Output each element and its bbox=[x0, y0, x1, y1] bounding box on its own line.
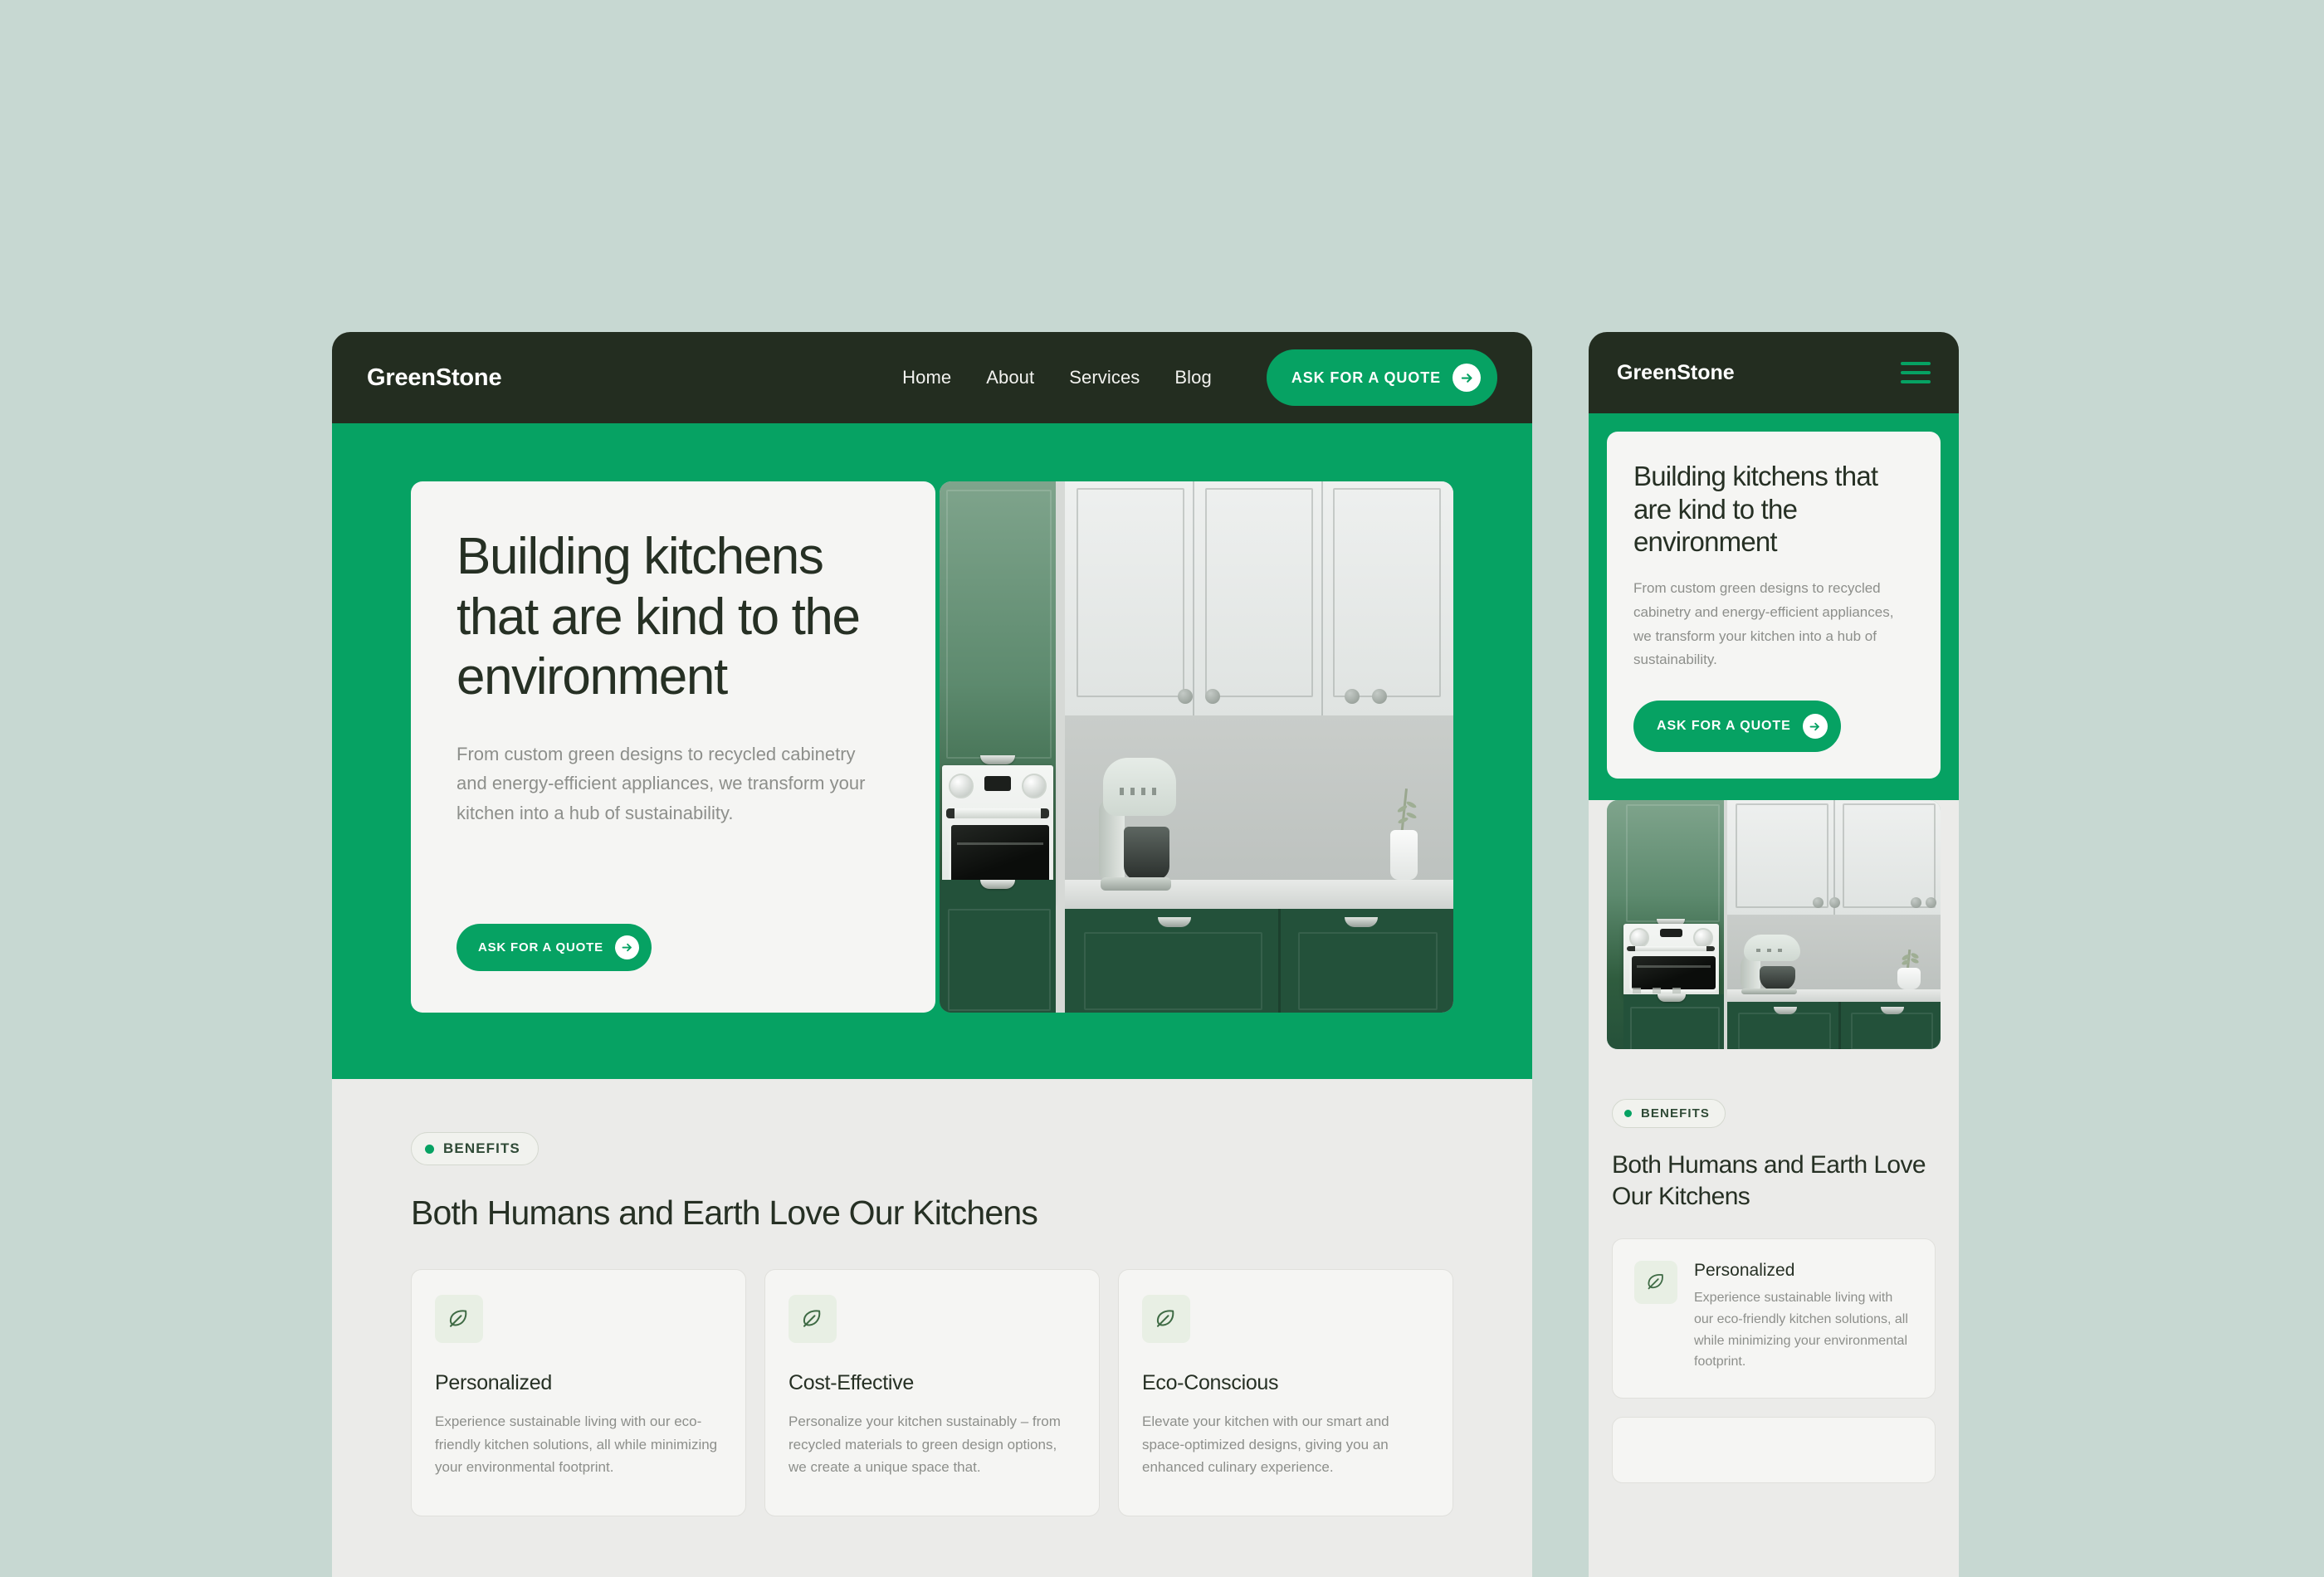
mobile-mockup: GreenStone Building kitchens that are ki… bbox=[1589, 332, 1959, 1577]
primary-navigation: Home About Services Blog ASK FOR A QUOTE bbox=[902, 349, 1497, 406]
benefits-title: Both Humans and Earth Love Our Kitchens bbox=[411, 1194, 1038, 1232]
mobile-hero-text-card: Building kitchens that are kind to the e… bbox=[1607, 432, 1941, 779]
hamburger-menu-icon[interactable] bbox=[1901, 362, 1931, 383]
mobile-hero-section: Building kitchens that are kind to the e… bbox=[1589, 413, 1959, 801]
benefit-card: Eco-Conscious Elevate your kitchen with … bbox=[1118, 1269, 1453, 1516]
arrow-right-circle-icon bbox=[1452, 364, 1481, 392]
hero-title: Building kitchens that are kind to the e… bbox=[456, 528, 861, 706]
vase-with-plant bbox=[1897, 949, 1921, 990]
stand-mixer bbox=[1098, 757, 1176, 891]
stand-mixer bbox=[1740, 935, 1801, 995]
mobile-hero-kitchen-image bbox=[1607, 800, 1941, 1050]
benefits-badge-label: BENEFITS bbox=[443, 1140, 520, 1156]
upper-cabinets bbox=[1726, 800, 1941, 915]
hero-text-card: Building kitchens that are kind to the e… bbox=[411, 481, 935, 1013]
site-logo[interactable]: GreenStone bbox=[367, 364, 502, 392]
arrow-right-circle-icon bbox=[614, 935, 639, 959]
mobile-hero-title: Building kitchens that are kind to the e… bbox=[1633, 461, 1878, 558]
desktop-benefits-section: BENEFITS Both Humans and Earth Love Our … bbox=[332, 1079, 1532, 1516]
header-ask-for-quote-button[interactable]: ASK FOR A QUOTE bbox=[1266, 349, 1497, 406]
leaf-icon bbox=[788, 1295, 837, 1343]
lower-cabinets bbox=[1726, 1002, 1941, 1050]
built-in-oven bbox=[1623, 923, 1720, 996]
leaf-icon bbox=[435, 1295, 483, 1343]
desktop-site-header: GreenStone Home About Services Blog ASK … bbox=[332, 332, 1532, 423]
mobile-hero-cta-label: ASK FOR A QUOTE bbox=[1657, 719, 1791, 734]
benefits-badge: BENEFITS bbox=[1612, 1099, 1726, 1129]
benefit-card-title: Personalized bbox=[435, 1371, 552, 1394]
desktop-hero-section: Building kitchens that are kind to the e… bbox=[332, 423, 1532, 1079]
arrow-right-circle-icon bbox=[1802, 714, 1828, 740]
leaf-icon bbox=[1634, 1260, 1677, 1304]
tall-green-cabinet bbox=[940, 481, 1056, 1013]
hero-kitchen-image bbox=[940, 481, 1453, 1013]
kitchen-illustration bbox=[940, 481, 1453, 1013]
benefit-card: Personalized Experience sustainable livi… bbox=[1612, 1238, 1936, 1399]
benefit-card-text: Personalized Experience sustainable livi… bbox=[1694, 1261, 1913, 1374]
kitchen-illustration bbox=[1607, 800, 1941, 1050]
desktop-mockup: GreenStone Home About Services Blog ASK … bbox=[332, 332, 1532, 1577]
mobile-site-header: GreenStone bbox=[1589, 332, 1959, 413]
benefit-card-title: Eco-Conscious bbox=[1142, 1371, 1279, 1394]
hero-subtitle: From custom green designs to recycled ca… bbox=[456, 743, 866, 823]
benefit-card bbox=[1612, 1417, 1936, 1484]
benefit-card-title: Cost-Effective bbox=[788, 1371, 914, 1394]
header-cta-label: ASK FOR A QUOTE bbox=[1291, 369, 1441, 386]
leaf-icon bbox=[1142, 1295, 1190, 1343]
nav-link-home[interactable]: Home bbox=[902, 367, 951, 388]
upper-cabinets bbox=[1065, 481, 1453, 715]
mobile-hero-subtitle: From custom green designs to recycled ca… bbox=[1633, 579, 1894, 668]
vase-with-plant bbox=[1390, 788, 1418, 880]
benefit-card: Personalized Experience sustainable livi… bbox=[411, 1269, 746, 1516]
hero-cta-label: ASK FOR A QUOTE bbox=[478, 940, 603, 954]
nav-link-blog[interactable]: Blog bbox=[1174, 367, 1211, 388]
benefits-card-list: Personalized Experience sustainable livi… bbox=[411, 1269, 1453, 1516]
benefit-card-body: Experience sustainable living with our e… bbox=[1694, 1290, 1908, 1370]
benefit-card: Cost-Effective Personalize your kitchen … bbox=[764, 1269, 1100, 1516]
badge-dot-icon bbox=[425, 1144, 434, 1154]
benefit-card-title: Personalized bbox=[1694, 1260, 1795, 1280]
nav-link-services[interactable]: Services bbox=[1069, 367, 1140, 388]
benefits-badge-label: BENEFITS bbox=[1641, 1106, 1710, 1121]
mobile-benefits-title: Both Humans and Earth Love Our Kitchens bbox=[1612, 1151, 1926, 1210]
nav-link-about[interactable]: About bbox=[986, 367, 1034, 388]
benefit-card-body: Experience sustainable living with our e… bbox=[435, 1413, 718, 1476]
hero-ask-for-quote-button[interactable]: ASK FOR A QUOTE bbox=[456, 924, 652, 971]
benefit-card-body: Personalize your kitchen sustainably – f… bbox=[788, 1413, 1061, 1476]
benefits-badge: BENEFITS bbox=[411, 1132, 539, 1165]
lower-cabinets bbox=[1065, 909, 1453, 1013]
mobile-benefits-section: BENEFITS Both Humans and Earth Love Our … bbox=[1589, 1071, 1959, 1484]
site-logo[interactable]: GreenStone bbox=[1617, 361, 1735, 385]
badge-dot-icon bbox=[1624, 1110, 1632, 1118]
hero-cta-wrapper: ASK FOR A QUOTE bbox=[456, 924, 890, 971]
tall-green-cabinet bbox=[1607, 800, 1724, 1050]
mobile-hero-ask-for-quote-button[interactable]: ASK FOR A QUOTE bbox=[1633, 701, 1841, 753]
benefit-card-body: Elevate your kitchen with our smart and … bbox=[1142, 1413, 1389, 1476]
